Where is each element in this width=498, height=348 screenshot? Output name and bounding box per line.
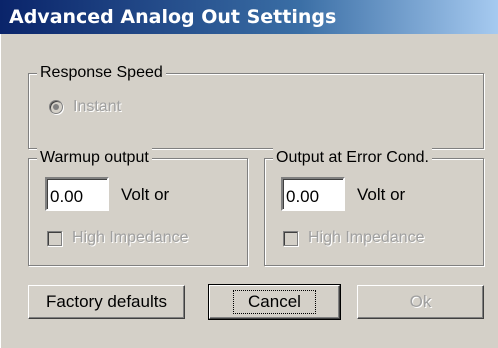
instant-radio-label: Instant: [73, 98, 122, 115]
warmup-high-impedance-option[interactable]: High Impedance: [47, 229, 189, 247]
warmup-high-impedance-checkbox[interactable]: [47, 230, 62, 246]
error-cond-output-group: Output at Error Cond. Volt or High Imped…: [264, 148, 484, 266]
dialog-window: Advanced Analog Out Settings Response Sp…: [0, 0, 498, 348]
warmup-output-group-title: Warmup output: [37, 148, 152, 168]
factory-defaults-button[interactable]: Factory defaults: [28, 285, 185, 319]
ok-button[interactable]: Ok: [357, 285, 484, 319]
factory-defaults-button-label: Factory defaults: [46, 292, 167, 311]
warmup-volt-label: Volt or: [121, 185, 170, 204]
response-speed-group: Response Speed Instant: [28, 63, 484, 149]
error-cond-high-impedance-checkbox[interactable]: [283, 230, 298, 246]
cancel-button[interactable]: Cancel: [208, 284, 341, 320]
instant-radio-option[interactable]: Instant: [49, 98, 121, 116]
error-cond-high-impedance-option[interactable]: High Impedance: [283, 229, 425, 247]
instant-radio-button[interactable]: [49, 100, 63, 114]
warmup-voltage-input[interactable]: [45, 177, 109, 211]
title-bar[interactable]: Advanced Analog Out Settings: [0, 0, 498, 34]
error-cond-voltage-input[interactable]: [281, 177, 345, 211]
warmup-output-group: Warmup output Volt or High Impedance: [28, 148, 248, 266]
error-cond-high-impedance-label: High Impedance: [308, 229, 425, 246]
warmup-high-impedance-label: High Impedance: [72, 229, 189, 246]
error-cond-volt-label: Volt or: [357, 185, 406, 204]
response-speed-group-title: Response Speed: [37, 63, 166, 83]
window-title: Advanced Analog Out Settings: [9, 6, 337, 28]
cancel-button-label: Cancel: [233, 290, 316, 314]
ok-button-label: Ok: [409, 292, 432, 311]
error-cond-output-group-title: Output at Error Cond.: [273, 148, 432, 168]
